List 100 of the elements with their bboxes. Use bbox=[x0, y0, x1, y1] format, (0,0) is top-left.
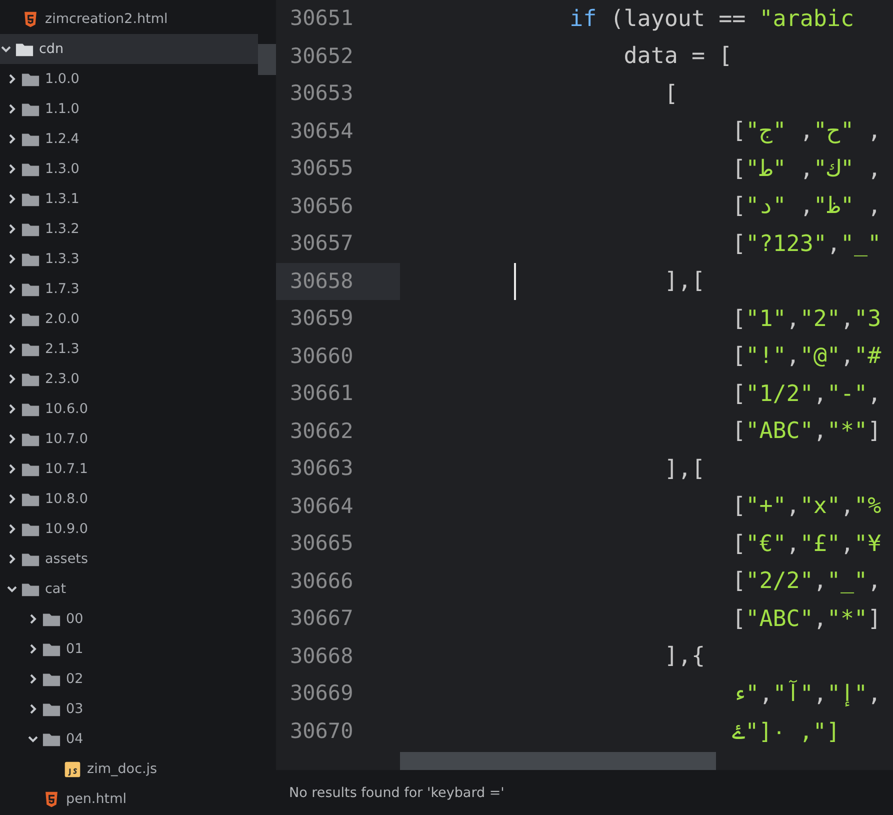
tree-item[interactable]: 10.8.0 bbox=[0, 484, 258, 514]
tree-item[interactable]: 2.0.0 bbox=[0, 304, 258, 334]
code-text: "ك" bbox=[813, 156, 854, 182]
code-text: "آ" bbox=[772, 680, 814, 707]
code-text: "1" bbox=[746, 306, 786, 332]
code-text: "¥ bbox=[854, 530, 882, 557]
code-text: [ bbox=[732, 380, 746, 407]
code-text: "1/2" bbox=[746, 380, 814, 407]
tree-item[interactable]: 1.2.4 bbox=[0, 124, 258, 154]
code-text: , bbox=[868, 380, 882, 407]
tree-item[interactable]: 1.3.3 bbox=[0, 244, 258, 274]
tree-item[interactable]: zimcreation2.html bbox=[0, 4, 258, 34]
tree-item[interactable]: cdn bbox=[0, 34, 258, 64]
code-text: "?123" bbox=[746, 230, 827, 257]
code-text: "# bbox=[854, 343, 882, 370]
code-text: ],[ bbox=[664, 268, 706, 294]
code-text: "% bbox=[854, 493, 882, 520]
code-text: , bbox=[786, 530, 800, 557]
line-number: 30660 bbox=[289, 342, 354, 370]
code-text: "ABC" bbox=[746, 606, 814, 632]
text-cursor bbox=[514, 262, 516, 300]
code-text: , bbox=[826, 230, 840, 257]
line-number: 30663 bbox=[289, 455, 354, 482]
tree-item[interactable]: 02 bbox=[0, 664, 258, 694]
code-text: ء" bbox=[732, 680, 760, 707]
code-text: "_" bbox=[826, 568, 868, 594]
code-text: [ bbox=[732, 156, 746, 182]
line-number: 30657 bbox=[289, 230, 354, 257]
tree-item[interactable]: 01 bbox=[0, 634, 258, 664]
code-text: , bbox=[868, 193, 882, 220]
tree-item-label: 10.7.1 bbox=[45, 461, 88, 477]
tree-item-label: 1.7.3 bbox=[45, 281, 80, 297]
tree-item-label: 04 bbox=[66, 731, 84, 747]
code-text: [ bbox=[732, 530, 746, 557]
code-text: data = [ bbox=[624, 43, 732, 70]
code-text: "ج" bbox=[746, 118, 786, 144]
tree-item[interactable]: pen.html bbox=[0, 784, 258, 814]
code-text: "د" bbox=[746, 193, 786, 220]
tree-item[interactable]: 10.6.0 bbox=[0, 394, 258, 424]
code-text: [ bbox=[732, 118, 746, 144]
line-number: 30658 bbox=[276, 262, 400, 300]
code-text: , bbox=[800, 193, 814, 220]
code-text: , bbox=[813, 680, 827, 707]
code-text: , bbox=[800, 118, 814, 144]
code-text: ],{ bbox=[664, 643, 706, 670]
line-number: 30656 bbox=[289, 192, 354, 220]
tree-item-label: 1.0.0 bbox=[45, 71, 80, 87]
tree-item[interactable]: 1.3.1 bbox=[0, 184, 258, 214]
code-text: "ح" bbox=[813, 118, 854, 144]
code-text: "إ" bbox=[826, 680, 868, 707]
tree-item[interactable]: 1.3.0 bbox=[0, 154, 258, 184]
scrollbar-thumb[interactable] bbox=[258, 44, 276, 75]
tree-item[interactable]: 1.7.3 bbox=[0, 274, 258, 304]
code-text: "_" bbox=[840, 230, 882, 257]
code-text: "£" bbox=[800, 530, 840, 557]
code-text: "!" bbox=[746, 343, 786, 370]
tree-item-label: 01 bbox=[66, 641, 84, 657]
code-text: , bbox=[868, 680, 882, 707]
code-text: "x" bbox=[800, 493, 840, 520]
tree-item[interactable]: 00 bbox=[0, 604, 258, 634]
tree-item[interactable]: 10.9.0 bbox=[0, 514, 258, 544]
tree-item[interactable]: 10.7.0 bbox=[0, 424, 258, 454]
code-text: ۓ"]٠ ,"] bbox=[732, 718, 840, 745]
code-text: [ bbox=[732, 306, 746, 332]
code-text: "*" bbox=[826, 418, 868, 444]
tree-item[interactable]: cat bbox=[0, 574, 258, 604]
line-number: 30659 bbox=[289, 305, 354, 332]
code-text: [ bbox=[732, 493, 746, 520]
tree-item[interactable]: 1.3.2 bbox=[0, 214, 258, 244]
line-number: 30669 bbox=[289, 680, 354, 707]
tree-item[interactable]: 04 bbox=[0, 724, 258, 754]
line-number: 30666 bbox=[289, 568, 354, 594]
tree-item[interactable]: 1.1.0 bbox=[0, 94, 258, 124]
code-text: [ bbox=[732, 418, 746, 444]
tree-item[interactable]: zim_doc.js bbox=[0, 754, 258, 784]
code-text: [ bbox=[732, 568, 746, 594]
tree-item[interactable]: assets bbox=[0, 544, 258, 574]
tree-item[interactable]: 03 bbox=[0, 694, 258, 724]
tree-item[interactable]: 1.0.0 bbox=[0, 64, 258, 94]
code-text: , bbox=[813, 606, 827, 632]
tree-item-label: 1.3.2 bbox=[45, 221, 80, 237]
tree-item[interactable]: 10.7.1 bbox=[0, 454, 258, 484]
code-text: [ bbox=[732, 193, 746, 220]
tree-item-label: pen.html bbox=[66, 791, 126, 807]
tree-item-label: 03 bbox=[66, 701, 84, 717]
tree-item[interactable]: 2.3.0 bbox=[0, 364, 258, 394]
code-text: , bbox=[868, 118, 882, 144]
code-text: , bbox=[840, 343, 854, 370]
line-number: 30668 bbox=[289, 642, 354, 670]
code-text: , bbox=[800, 156, 814, 182]
code-text: [ bbox=[664, 80, 678, 107]
code-text: "2" bbox=[800, 306, 840, 332]
code-text: , bbox=[840, 493, 854, 520]
code-text: , bbox=[868, 568, 882, 594]
code-text: , bbox=[840, 530, 854, 557]
code-text: "-" bbox=[826, 380, 868, 407]
tree-item[interactable]: 2.1.3 bbox=[0, 334, 258, 364]
scrollbar-thumb[interactable] bbox=[400, 752, 716, 770]
tree-item-label: cdn bbox=[39, 41, 64, 57]
code-text: "@" bbox=[800, 343, 840, 370]
